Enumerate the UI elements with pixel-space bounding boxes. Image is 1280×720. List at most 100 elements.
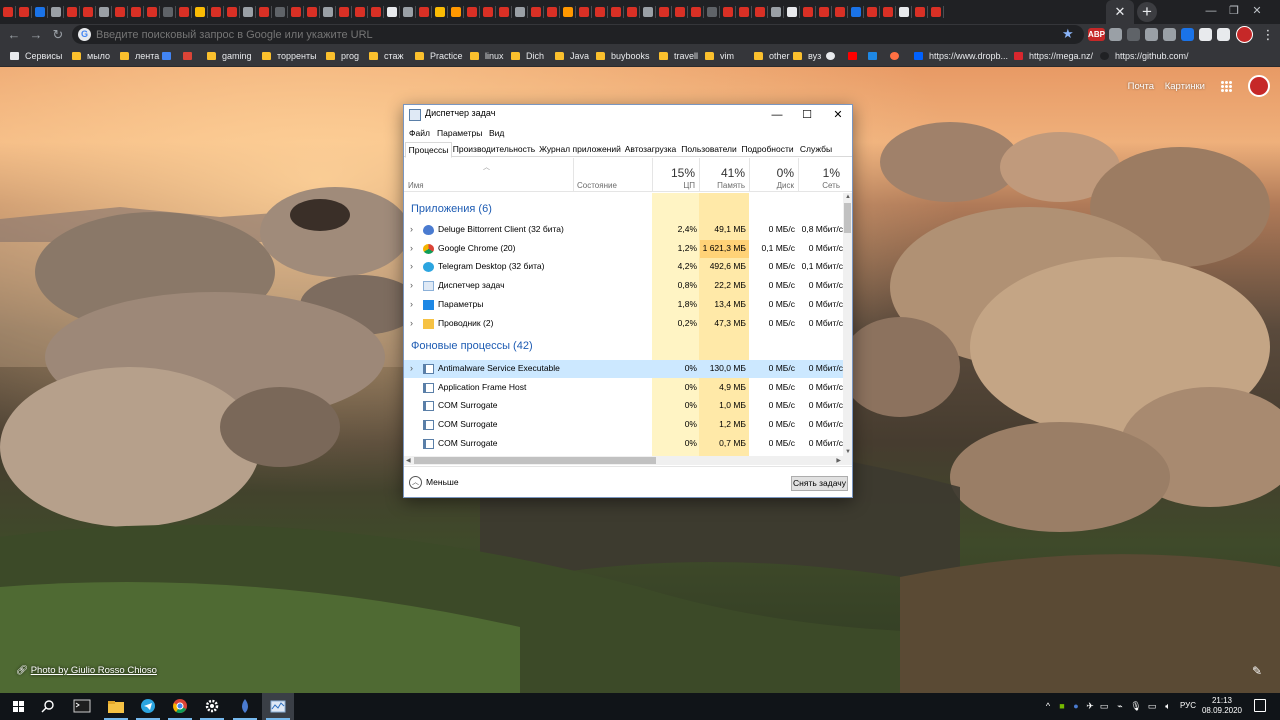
tab-favicon[interactable] [259, 7, 269, 17]
tab-favicon[interactable] [787, 7, 797, 17]
tab-favicon[interactable] [371, 7, 381, 17]
tab-favicon[interactable] [547, 7, 557, 17]
tab-favicon[interactable] [883, 7, 893, 17]
process-row[interactable]: › Antimalware Service Executable 0% 130,0 М… [404, 360, 843, 378]
tab-favicon[interactable] [115, 7, 125, 17]
end-task-button[interactable]: Снять задачу [791, 476, 848, 491]
bookmark-item[interactable]: торренты [262, 45, 317, 67]
bookmark-item[interactable]: buybooks [596, 45, 650, 67]
process-row[interactable]: COM Surrogate 0% 1,2 МБ 0 МБ/с 0 Мбит/с [404, 416, 843, 434]
extension-icon[interactable] [1145, 28, 1158, 41]
tab-favicon[interactable] [131, 7, 141, 17]
tab-favicon[interactable] [291, 7, 301, 17]
usb-tray-icon[interactable]: ⌁ [1114, 700, 1126, 712]
start-button[interactable] [2, 693, 34, 720]
tm-maximize-button[interactable]: ☐ [792, 105, 822, 126]
tab-startup[interactable]: Автозагрузка [623, 142, 678, 157]
tab-favicon[interactable] [659, 7, 669, 17]
bookmark-item[interactable]: gaming [207, 45, 252, 67]
tray-overflow-icon[interactable]: ^ [1042, 700, 1054, 712]
active-tab[interactable]: ✕ [1106, 0, 1134, 24]
tab-favicon[interactable] [499, 7, 509, 17]
tab-processes[interactable]: Процессы [405, 142, 452, 158]
process-row[interactable]: › Telegram Desktop (32 бита) 4,2% 492,6 МБ 0… [404, 258, 843, 276]
profile-avatar-icon[interactable] [1236, 26, 1253, 43]
process-row[interactable]: Application Frame Host 0% 4,9 МБ 0 МБ/с 0 Мб… [404, 379, 843, 397]
tab-favicon[interactable] [531, 7, 541, 17]
tab-favicon[interactable] [435, 7, 445, 17]
tab-favicon[interactable] [931, 7, 941, 17]
action-center-icon[interactable] [1254, 699, 1266, 712]
tab-favicon[interactable] [723, 7, 733, 17]
process-row[interactable]: › Параметры 1,8% 13,4 МБ 0 МБ/с 0 Мбит/с [404, 296, 843, 314]
chevron-right-icon[interactable]: › [410, 280, 413, 290]
tab-favicon[interactable] [771, 7, 781, 17]
taskbar-terminal[interactable] [66, 693, 98, 720]
column-cpu[interactable]: 15% ЦП [652, 158, 699, 192]
tab-favicon[interactable] [355, 7, 365, 17]
tab-favicon[interactable] [899, 7, 909, 17]
tab-favicon[interactable] [275, 7, 285, 17]
tab-favicon[interactable] [227, 7, 237, 17]
bookmark-item[interactable] [826, 45, 841, 67]
photo-credit-link[interactable]: Photo by Giulio Rosso Chioso [31, 665, 157, 676]
customize-pencil-icon[interactable]: ✎ [1252, 664, 1262, 678]
taskbar-chrome[interactable] [164, 693, 196, 720]
bookmark-item[interactable] [868, 45, 883, 67]
bookmark-item[interactable]: Practice [415, 45, 463, 67]
tab-favicon[interactable] [467, 7, 477, 17]
chevron-right-icon[interactable]: › [410, 318, 413, 328]
tab-favicon[interactable] [243, 7, 253, 17]
tab-favicon[interactable] [51, 7, 61, 17]
tab-favicon[interactable] [707, 7, 717, 17]
extension-icon[interactable] [1181, 28, 1194, 41]
bookmark-star-icon[interactable]: ★ [1062, 26, 1074, 42]
bookmark-item[interactable]: prog [326, 45, 359, 67]
bookmark-item[interactable]: Сервисы [10, 45, 62, 67]
gmail-link[interactable]: Почта [1128, 77, 1154, 97]
taskbar-file-explorer[interactable] [100, 693, 132, 720]
new-tab-button[interactable]: + [1137, 2, 1157, 22]
tab-favicon[interactable] [915, 7, 925, 17]
bookmark-item[interactable]: travell [659, 45, 698, 67]
tab-favicon[interactable] [99, 7, 109, 17]
tab-favicon[interactable] [515, 7, 525, 17]
tab-favicon[interactable] [483, 7, 493, 17]
chevron-right-icon[interactable]: › [410, 363, 413, 373]
volume-icon[interactable]: 🔈︎ [1162, 700, 1174, 712]
tm-minimize-button[interactable]: — [762, 105, 792, 126]
bookmark-item[interactable] [890, 45, 905, 67]
tab-details[interactable]: Подробности [739, 142, 796, 157]
tab-close-icon[interactable]: ✕ [1112, 2, 1128, 22]
menu-file[interactable]: Файл [409, 128, 430, 138]
tab-favicon[interactable] [643, 7, 653, 17]
forward-icon[interactable]: → [26, 24, 46, 45]
bookmark-item[interactable]: мыло [72, 45, 110, 67]
bookmark-item[interactable] [848, 45, 863, 67]
column-memory[interactable]: 41% Память [699, 158, 749, 192]
extension-icon[interactable]: ABP [1088, 28, 1105, 41]
nvidia-tray-icon[interactable]: ■ [1056, 700, 1068, 712]
chevron-right-icon[interactable]: › [410, 299, 413, 309]
bookmark-item[interactable]: стаж [369, 45, 404, 67]
tab-favicon[interactable] [835, 7, 845, 17]
taskbar-task-manager[interactable] [262, 693, 294, 720]
extension-icon[interactable] [1217, 28, 1230, 41]
tab-favicon[interactable] [147, 7, 157, 17]
extension-icon[interactable] [1163, 28, 1176, 41]
tab-favicon[interactable] [387, 7, 397, 17]
bookmark-item[interactable]: other [754, 45, 790, 67]
bookmark-item[interactable]: вуз [793, 45, 821, 67]
input-language[interactable]: РУС [1180, 701, 1196, 710]
bookmark-item[interactable] [183, 45, 198, 67]
tab-users[interactable]: Пользователи [679, 142, 739, 157]
tab-favicon[interactable] [195, 7, 205, 17]
reload-icon[interactable]: ↻ [48, 24, 68, 45]
google-account-avatar[interactable] [1248, 75, 1270, 97]
tab-favicon[interactable] [675, 7, 685, 17]
bookmark-item[interactable]: https://github.com/ [1100, 45, 1189, 67]
bookmark-item[interactable] [162, 45, 177, 67]
close-window-button[interactable]: ✕ [1234, 0, 1280, 24]
microphone-tray-icon[interactable]: 🎙︎ [1130, 700, 1142, 712]
explorer-tray-icon[interactable]: ▭ [1098, 700, 1110, 712]
